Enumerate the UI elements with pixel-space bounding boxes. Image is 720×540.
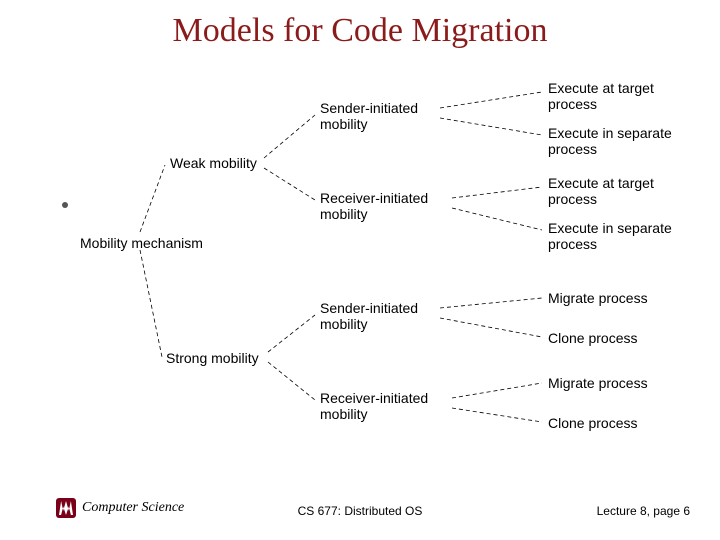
leaf-exec-target-2: Execute at target process	[548, 175, 668, 207]
text: Sender-initiated mobility	[320, 300, 418, 332]
slide: Models for Code Migration Mobility mecha…	[0, 0, 720, 540]
text: Execute at target process	[548, 175, 654, 207]
bullet-icon	[62, 202, 68, 208]
node-strong-sender: Sender-initiated mobility	[320, 300, 440, 332]
node-strong-receiver: Receiver-initiated mobility	[320, 390, 450, 422]
leaf-clone-1: Clone process	[548, 330, 638, 346]
leaf-exec-sep-1: Execute in separate process	[548, 125, 678, 157]
text: Sender-initiated mobility	[320, 100, 418, 132]
node-weak-sender: Sender-initiated mobility	[320, 100, 440, 132]
leaf-migrate-1: Migrate process	[548, 290, 648, 306]
node-strong: Strong mobility	[166, 350, 259, 366]
text: Execute in separate process	[548, 125, 672, 157]
node-root: Mobility mechanism	[80, 235, 203, 251]
node-weak-receiver: Receiver-initiated mobility	[320, 190, 450, 222]
slide-title: Models for Code Migration	[0, 12, 720, 50]
text: Receiver-initiated mobility	[320, 190, 428, 222]
leaf-exec-sep-2: Execute in separate process	[548, 220, 678, 252]
text: Receiver-initiated mobility	[320, 390, 428, 422]
text: Execute in separate process	[548, 220, 672, 252]
footer-right: Lecture 8, page 6	[597, 504, 690, 518]
node-weak: Weak mobility	[170, 155, 257, 171]
leaf-clone-2: Clone process	[548, 415, 638, 431]
leaf-migrate-2: Migrate process	[548, 375, 648, 391]
leaf-exec-target-1: Execute at target process	[548, 80, 668, 112]
text: Execute at target process	[548, 80, 654, 112]
